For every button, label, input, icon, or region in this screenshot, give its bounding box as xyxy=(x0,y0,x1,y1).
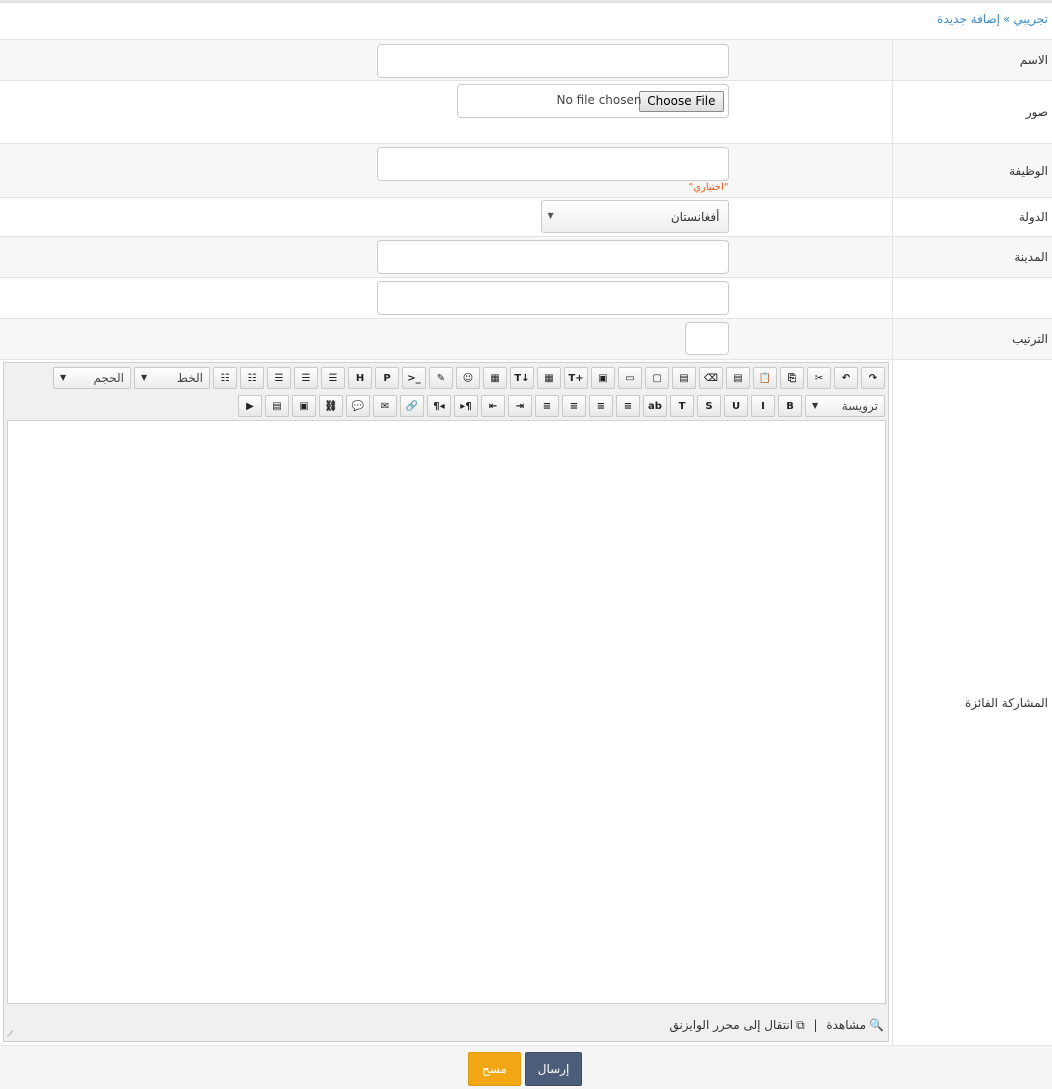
order-input[interactable] xyxy=(684,322,729,355)
indent-icon[interactable]: ⇥ xyxy=(508,395,532,417)
footer-separator: | xyxy=(813,1018,818,1032)
country-value: أفغانستان xyxy=(670,210,720,224)
size-select[interactable]: الحجم ▼ xyxy=(53,367,131,389)
chevron-down-icon: ▼ xyxy=(60,373,67,382)
insert-file-icon[interactable]: ▦ xyxy=(537,367,561,389)
font-select[interactable]: الخط ▼ xyxy=(134,367,210,389)
undo-icon[interactable]: ↶ xyxy=(834,367,858,389)
ordered-list-icon[interactable]: ☰ xyxy=(321,367,345,389)
wysiwyg-link[interactable]: انتقال إلى محرر الوايزنق xyxy=(669,1018,793,1032)
switch-editor-icon: ⧉ xyxy=(796,1018,805,1032)
html-icon[interactable]: H xyxy=(348,367,372,389)
insert-text-below-icon[interactable]: T↓ xyxy=(510,367,534,389)
breadcrumb-current: إضافة جديدة xyxy=(937,12,1000,26)
bullet-list-icon[interactable]: ☷ xyxy=(213,367,237,389)
link-icon[interactable]: 🔗 xyxy=(400,395,424,417)
name-input[interactable] xyxy=(376,44,729,78)
chevron-down-icon: ▼ xyxy=(812,401,819,410)
redo-icon[interactable]: ↷ xyxy=(861,367,885,389)
preview-link[interactable]: مشاهدة xyxy=(826,1018,866,1032)
send-button[interactable]: إرسال xyxy=(525,1052,582,1086)
resize-handle-icon[interactable]: ⟋ xyxy=(7,1030,13,1040)
paste-text-icon[interactable]: ▤ xyxy=(726,367,750,389)
code-icon[interactable]: >_ xyxy=(402,367,426,389)
order-label: الترتيب xyxy=(891,318,1052,360)
toolbar-row-2: ترويسة ▼ B I U S Tab ≡ ≡ ≡ ≡ ⇥ ⇤ ▸¶ ¶◂ 🔗 ✉ 💬 ⛓ ▣ ▤ ▶ xyxy=(238,395,885,419)
align-right-icon[interactable]: ≡ xyxy=(616,395,640,417)
edit-icon[interactable]: ✎ xyxy=(429,367,453,389)
unlink-icon[interactable]: ⛓ xyxy=(319,395,343,417)
gallery-icon[interactable]: ▤ xyxy=(265,395,289,417)
unordered-list-icon[interactable]: ☰ xyxy=(294,367,318,389)
text-color-icon[interactable]: T xyxy=(670,395,694,417)
extra-label xyxy=(891,277,1052,319)
quote-icon[interactable]: 💬 xyxy=(346,395,370,417)
highlight-icon[interactable]: ab xyxy=(643,395,667,417)
job-optional-hint: "اختياري" xyxy=(688,182,729,193)
email-icon[interactable]: ✉ xyxy=(373,395,397,417)
insert-image-icon[interactable]: ▣ xyxy=(591,367,615,389)
form-actions: مسح إرسال xyxy=(0,1045,1052,1089)
insert-text-icon[interactable]: T+ xyxy=(564,367,588,389)
ltr-icon[interactable]: ▸¶ xyxy=(454,395,478,417)
list-icon[interactable]: ☰ xyxy=(267,367,291,389)
chevron-down-icon: ▼ xyxy=(141,373,148,382)
editor-footer: 🔍مشاهدة | ⧉انتقال إلى محرر الوايزنق xyxy=(669,1018,884,1033)
image-icon[interactable]: ▭ xyxy=(618,367,642,389)
rich-text-editor: ↷ ↶ ✂ ⎘ 📋 ▤ ⌫ ▤ ▢ ▭ ▣ T+ ▦ T↓ ▦ ☺ ✎ >_ P H ☰ ☰ ☰ ☷ ☷ الخط ▼ الحجم ▼ … xyxy=(3,362,889,1042)
job-input[interactable] xyxy=(376,147,729,181)
numbered-list-icon[interactable]: ☷ xyxy=(240,367,264,389)
cut-icon[interactable]: ✂ xyxy=(807,367,831,389)
top-border xyxy=(0,0,1052,3)
rtl-icon[interactable]: ¶◂ xyxy=(427,395,451,417)
insert-file-below-icon[interactable]: ▦ xyxy=(483,367,507,389)
breadcrumb: تجريبي»إضافة جديدة xyxy=(937,12,1048,26)
clear-button[interactable]: مسح xyxy=(468,1052,521,1086)
align-center-icon[interactable]: ≡ xyxy=(589,395,613,417)
editor-content-area[interactable] xyxy=(7,420,886,1004)
country-select[interactable]: أفغانستان ▼ xyxy=(540,200,729,233)
file-status: No file chosen xyxy=(556,93,642,107)
copy-icon[interactable]: ⎘ xyxy=(780,367,804,389)
search-icon: 🔍 xyxy=(869,1018,884,1032)
city-input[interactable] xyxy=(376,240,729,274)
name-label: الاسم xyxy=(891,39,1052,81)
chevron-down-icon: ▼ xyxy=(547,211,554,220)
fullscreen-icon[interactable]: ▢ xyxy=(645,367,669,389)
align-left-icon[interactable]: ≡ xyxy=(562,395,586,417)
italic-icon[interactable]: I xyxy=(751,395,775,417)
eraser-icon[interactable]: ⌫ xyxy=(699,367,723,389)
bold-icon[interactable]: B xyxy=(778,395,802,417)
entry-label: المشاركة الفائزة xyxy=(891,359,1052,1046)
align-justify-icon[interactable]: ≡ xyxy=(535,395,559,417)
photos-label: صور xyxy=(891,80,1052,144)
choose-file-button[interactable]: Choose File xyxy=(639,91,724,112)
underline-icon[interactable]: U xyxy=(724,395,748,417)
job-label: الوظيفة xyxy=(891,143,1052,198)
paste-word-icon[interactable]: ▤ xyxy=(672,367,696,389)
breadcrumb-parent[interactable]: تجريبي xyxy=(1013,12,1048,26)
photos-file-input[interactable]: Choose File No file chosen xyxy=(456,84,729,118)
php-icon[interactable]: P xyxy=(375,367,399,389)
city-label: المدينة xyxy=(891,236,1052,278)
format-select[interactable]: ترويسة ▼ xyxy=(805,395,885,417)
media-icon[interactable]: ▶ xyxy=(238,395,262,417)
breadcrumb-separator: » xyxy=(1002,12,1011,26)
outdent-icon[interactable]: ⇤ xyxy=(481,395,505,417)
paste-icon[interactable]: 📋 xyxy=(753,367,777,389)
country-label: الدولة xyxy=(891,197,1052,237)
strikethrough-icon[interactable]: S xyxy=(697,395,721,417)
extra-input[interactable] xyxy=(376,281,729,315)
insert-photo-icon[interactable]: ▣ xyxy=(292,395,316,417)
emoticon-icon[interactable]: ☺ xyxy=(456,367,480,389)
toolbar-row-1: ↷ ↶ ✂ ⎘ 📋 ▤ ⌫ ▤ ▢ ▭ ▣ T+ ▦ T↓ ▦ ☺ ✎ >_ P H ☰ ☰ ☰ ☷ ☷ الخط ▼ الحجم ▼ xyxy=(53,367,885,391)
